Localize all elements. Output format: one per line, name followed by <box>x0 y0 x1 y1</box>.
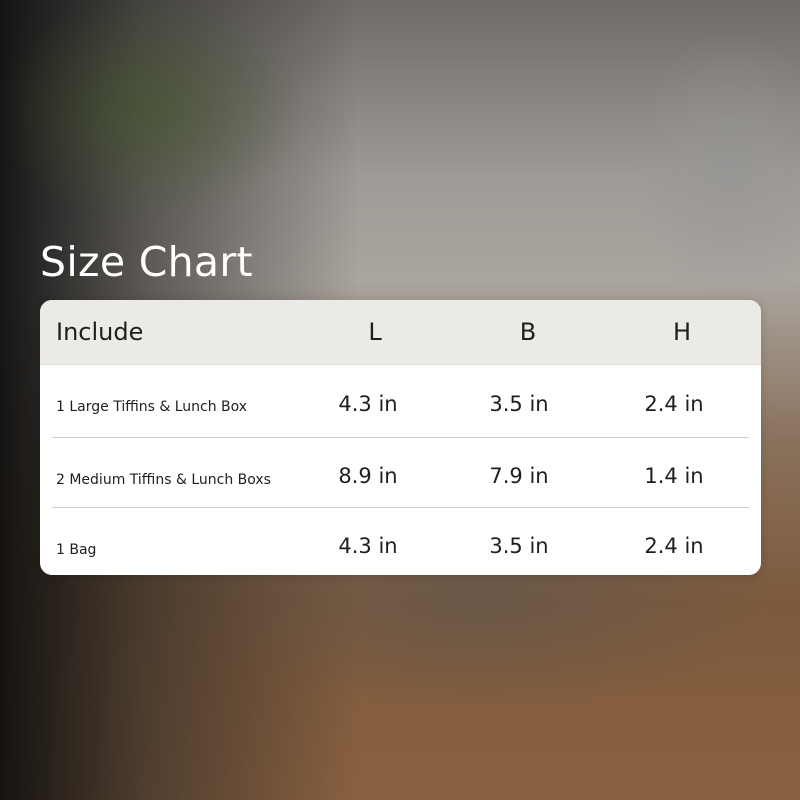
table-row: 1 Large Tiffins & Lunch Box 4.3 in 3.5 i… <box>40 365 761 438</box>
table-header-row: Include L B H <box>40 300 761 365</box>
row-breadth-value: 7.9 in <box>489 464 549 488</box>
header-height: H <box>672 318 692 346</box>
header-breadth: B <box>519 318 537 346</box>
row-height-value: 2.4 in <box>644 534 704 558</box>
table-row: 1 Bag 4.3 in 3.5 in 2.4 in <box>40 508 761 575</box>
table-row: 2 Medium Tiffins & Lunch Boxs 8.9 in 7.9… <box>40 438 761 508</box>
row-item-name: 2 Medium Tiffins & Lunch Boxs <box>56 472 271 488</box>
page-title: Size Chart <box>40 238 253 286</box>
row-breadth-value: 3.5 in <box>489 534 549 558</box>
header-length: L <box>368 318 382 346</box>
row-height-value: 1.4 in <box>644 464 704 488</box>
row-length-value: 4.3 in <box>338 392 398 416</box>
row-length-value: 8.9 in <box>338 464 398 488</box>
row-height-value: 2.4 in <box>644 392 704 416</box>
row-length-value: 4.3 in <box>338 534 398 558</box>
size-chart-table: Include L B H 1 Large Tiffins & Lunch Bo… <box>40 300 761 575</box>
row-item-name: 1 Bag <box>56 542 97 558</box>
row-breadth-value: 3.5 in <box>489 392 549 416</box>
row-item-name: 1 Large Tiffins & Lunch Box <box>56 399 248 415</box>
header-include: Include <box>56 318 144 346</box>
